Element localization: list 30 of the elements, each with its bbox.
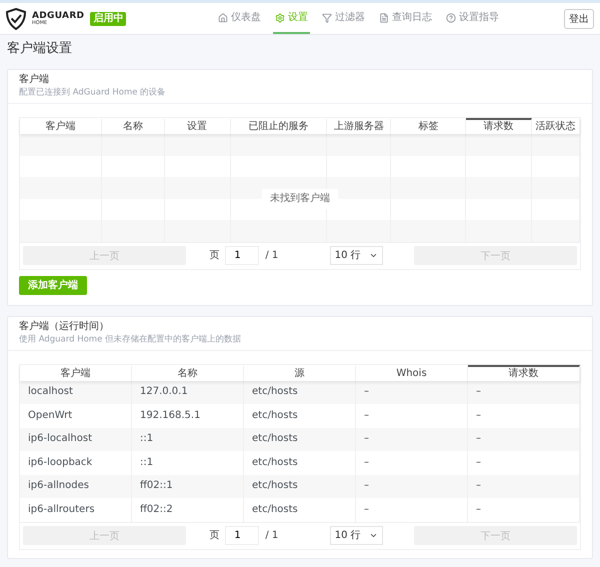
- gear-icon: [275, 12, 285, 22]
- table-cell: ip6-allrouters: [20, 498, 132, 522]
- chevron-down-icon: [368, 531, 378, 540]
- card-title: 客户端（运行时间）: [19, 320, 110, 332]
- page-total: / 1: [265, 530, 278, 542]
- table-cell: –: [468, 498, 580, 522]
- document-icon: [379, 12, 389, 22]
- page-number-field[interactable]: 1: [225, 246, 260, 265]
- logout-button[interactable]: 登出: [564, 8, 594, 28]
- rows-per-page-select[interactable]: 10 行: [330, 246, 383, 265]
- card-subtitle: 配置已连接到 AdGuard Home 的设备: [19, 88, 167, 98]
- card-title: 客户端: [19, 74, 50, 86]
- empty-message: 未找到客户端: [262, 189, 338, 210]
- table-cell: etc/hosts: [244, 498, 356, 522]
- page-number-field[interactable]: 1: [225, 526, 260, 545]
- chevron-down-icon: [368, 251, 378, 260]
- page-total: / 1: [265, 250, 278, 262]
- table-cell: ff02::2: [132, 498, 244, 522]
- table-cell: –: [356, 498, 468, 522]
- logo-title: ADGUARD: [32, 12, 84, 20]
- rows-per-page-select[interactable]: 10 行: [330, 526, 383, 545]
- home-icon: [218, 12, 228, 22]
- page-label: 页: [209, 530, 220, 542]
- page-label: 页: [209, 250, 220, 262]
- filter-icon: [322, 12, 332, 22]
- card-subtitle: 使用 Adguard Home 但未存储在配置中的客户端上的数据: [19, 334, 242, 345]
- status-badge: 启用中: [90, 12, 126, 26]
- help-icon: [446, 12, 456, 22]
- shield-check-icon: [6, 8, 26, 30]
- page-title: 客户端设置: [7, 40, 73, 58]
